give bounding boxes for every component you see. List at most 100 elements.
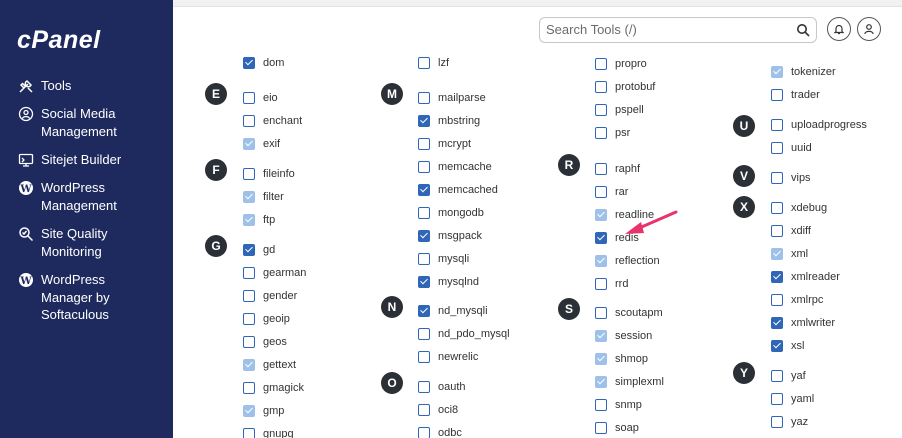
extension-msgpack[interactable]: msgpack: [418, 228, 482, 244]
extension-rar[interactable]: rar: [595, 184, 628, 200]
extension-mysqli[interactable]: mysqli: [418, 251, 469, 267]
user-menu-button[interactable]: [857, 17, 881, 41]
extension-rrd[interactable]: rrd: [595, 276, 628, 292]
extension-checkbox[interactable]: [418, 161, 430, 173]
sidebar-item-wordpress-management[interactable]: W WordPress Management: [18, 179, 117, 214]
extension-checkbox[interactable]: [771, 119, 783, 131]
extension-checkbox[interactable]: [418, 92, 430, 104]
extension-gettext[interactable]: gettext: [243, 357, 296, 373]
extension-mailparse[interactable]: mailparse: [418, 90, 486, 106]
sidebar-item-site-quality-monitoring[interactable]: Site Quality Monitoring: [18, 225, 107, 260]
extension-checkbox[interactable]: [595, 81, 607, 93]
extension-session[interactable]: session: [595, 328, 652, 344]
extension-checkbox[interactable]: [595, 422, 607, 434]
extension-raphf[interactable]: raphf: [595, 161, 640, 177]
extension-checkbox[interactable]: [418, 138, 430, 150]
search-input[interactable]: [546, 22, 786, 37]
search-box[interactable]: [539, 17, 817, 43]
extension-soap[interactable]: soap: [595, 420, 639, 436]
extension-checkbox[interactable]: [418, 115, 430, 127]
extension-scoutapm[interactable]: scoutapm: [595, 305, 663, 321]
extension-filter[interactable]: filter: [243, 189, 284, 205]
extension-checkbox[interactable]: [418, 381, 430, 393]
extension-gnupg[interactable]: gnupg: [243, 426, 294, 438]
extension-checkbox[interactable]: [595, 278, 607, 290]
extension-dom[interactable]: dom: [243, 55, 284, 71]
extension-checkbox[interactable]: [418, 230, 430, 242]
extension-checkbox[interactable]: [418, 328, 430, 340]
sidebar-item-social-media[interactable]: Social Media Management: [18, 105, 117, 140]
extension-checkbox[interactable]: [771, 294, 783, 306]
extension-yaf[interactable]: yaf: [771, 368, 806, 384]
extension-reflection[interactable]: reflection: [595, 253, 660, 269]
extension-checkbox[interactable]: [771, 225, 783, 237]
extension-checkbox[interactable]: [595, 127, 607, 139]
extension-checkbox[interactable]: [243, 290, 255, 302]
extension-protobuf[interactable]: protobuf: [595, 79, 655, 95]
extension-checkbox[interactable]: [243, 267, 255, 279]
extension-checkbox[interactable]: [243, 428, 255, 438]
extension-checkbox[interactable]: [595, 186, 607, 198]
extension-mbstring[interactable]: mbstring: [418, 113, 480, 129]
extension-checkbox[interactable]: [243, 57, 255, 69]
search-icon[interactable]: [796, 23, 810, 37]
extension-geoip[interactable]: geoip: [243, 311, 290, 327]
extension-enchant[interactable]: enchant: [243, 113, 302, 129]
extension-gmagick[interactable]: gmagick: [243, 380, 304, 396]
extension-xml[interactable]: xml: [771, 246, 808, 262]
extension-nd-mysqli[interactable]: nd_mysqli: [418, 303, 488, 319]
extension-checkbox[interactable]: [771, 89, 783, 101]
extension-newrelic[interactable]: newrelic: [418, 349, 478, 365]
extension-xmlwriter[interactable]: xmlwriter: [771, 315, 835, 331]
extension-checkbox[interactable]: [771, 172, 783, 184]
notifications-button[interactable]: [827, 17, 851, 41]
extension-checkbox[interactable]: [418, 305, 430, 317]
extension-shmop[interactable]: shmop: [595, 351, 648, 367]
sidebar-item-wordpress-softaculous[interactable]: W WordPress Manager by Softaculous: [18, 271, 110, 324]
extension-exif[interactable]: exif: [243, 136, 280, 152]
extension-checkbox[interactable]: [418, 207, 430, 219]
extension-yaml[interactable]: yaml: [771, 391, 814, 407]
extension-checkbox[interactable]: [243, 168, 255, 180]
extension-mysqlnd[interactable]: mysqlnd: [418, 274, 479, 290]
extension-trader[interactable]: trader: [771, 87, 820, 103]
extension-xsl[interactable]: xsl: [771, 338, 804, 354]
extension-xmlreader[interactable]: xmlreader: [771, 269, 840, 285]
extension-checkbox[interactable]: [595, 58, 607, 70]
extension-mongodb[interactable]: mongodb: [418, 205, 484, 221]
extension-ftp[interactable]: ftp: [243, 212, 275, 228]
sidebar-item-sitejet-builder[interactable]: Sitejet Builder: [18, 151, 121, 169]
extension-checkbox[interactable]: [771, 202, 783, 214]
extension-checkbox[interactable]: [418, 276, 430, 288]
extension-lzf[interactable]: lzf: [418, 55, 449, 71]
extension-checkbox[interactable]: [243, 313, 255, 325]
extension-checkbox[interactable]: [418, 427, 430, 438]
extension-checkbox[interactable]: [418, 57, 430, 69]
extension-checkbox[interactable]: [771, 142, 783, 154]
extension-yaz[interactable]: yaz: [771, 414, 808, 430]
sidebar-item-tools[interactable]: Tools: [18, 77, 71, 95]
extension-memcached[interactable]: memcached: [418, 182, 498, 198]
extension-checkbox[interactable]: [595, 307, 607, 319]
extension-checkbox[interactable]: [418, 184, 430, 196]
extension-checkbox[interactable]: [595, 104, 607, 116]
extension-pspell[interactable]: pspell: [595, 102, 644, 118]
extension-checkbox[interactable]: [243, 336, 255, 348]
extension-xmlrpc[interactable]: xmlrpc: [771, 292, 823, 308]
extension-checkbox[interactable]: [595, 163, 607, 175]
extension-gearman[interactable]: gearman: [243, 265, 306, 281]
extension-xdiff[interactable]: xdiff: [771, 223, 811, 239]
extension-oauth[interactable]: oauth: [418, 379, 466, 395]
extension-checkbox[interactable]: [771, 393, 783, 405]
extension-checkbox[interactable]: [595, 399, 607, 411]
extension-gender[interactable]: gender: [243, 288, 297, 304]
extension-nd-pdo-mysql[interactable]: nd_pdo_mysql: [418, 326, 510, 342]
extension-checkbox[interactable]: [243, 115, 255, 127]
extension-checkbox[interactable]: [418, 351, 430, 363]
extension-oci8[interactable]: oci8: [418, 402, 458, 418]
extension-psr[interactable]: psr: [595, 125, 630, 141]
extension-checkbox[interactable]: [418, 253, 430, 265]
cpanel-logo[interactable]: cPanel: [17, 26, 101, 55]
extension-fileinfo[interactable]: fileinfo: [243, 166, 295, 182]
extension-snmp[interactable]: snmp: [595, 397, 642, 413]
